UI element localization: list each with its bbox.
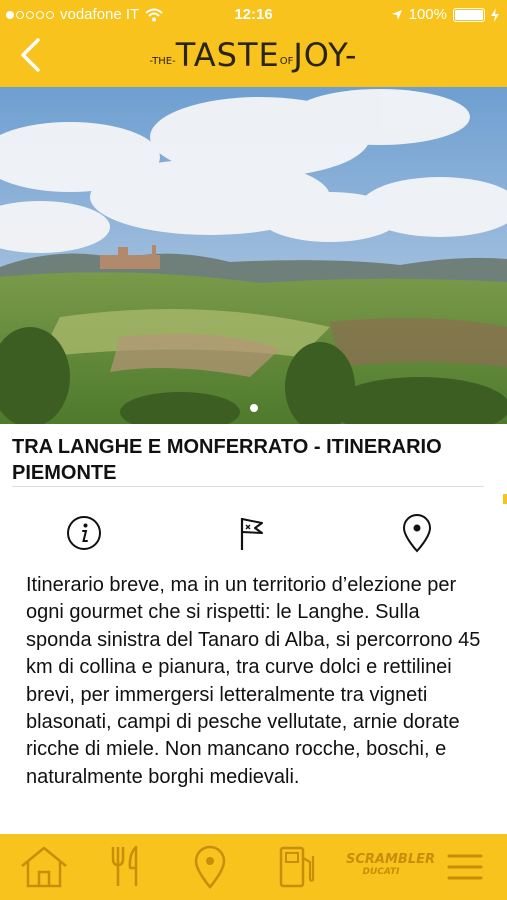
location-arrow-icon — [391, 9, 402, 20]
description-text: Itinerario breve, ma in un territorio d’… — [26, 574, 481, 788]
hero-image[interactable] — [0, 87, 507, 424]
page-title: TRA LANGHE E MONFERRATO - ITINERARIO PIE… — [12, 436, 442, 484]
home-icon[interactable] — [18, 844, 70, 890]
charging-icon — [491, 7, 499, 22]
battery-icon — [453, 7, 485, 22]
location-pin-icon[interactable] — [193, 844, 227, 890]
scroll-indicator — [503, 494, 507, 504]
divider — [12, 486, 484, 487]
battery-percent: 100% — [408, 6, 447, 23]
status-bar: vodafone IT 12:16 100% — [0, 0, 507, 30]
app-logo: -THE-TASTEOFJOY- — [149, 36, 358, 74]
bottom-tab-bar: SCRAMBLER DUCATI — [0, 834, 507, 900]
info-icon[interactable] — [62, 511, 106, 555]
carousel-indicator[interactable] — [250, 404, 258, 412]
action-row — [0, 505, 507, 561]
flag-route-icon[interactable] — [230, 511, 274, 555]
scrambler-logo[interactable]: SCRAMBLER DUCATI — [346, 853, 435, 878]
fork-knife-icon[interactable] — [108, 844, 144, 890]
fuel-pump-icon[interactable] — [276, 844, 318, 890]
location-pin-icon[interactable] — [395, 511, 439, 555]
status-right: 100% — [391, 6, 499, 23]
top-bar: vodafone IT 12:16 100% -THE-TASTEOFJOY- — [0, 0, 507, 87]
menu-icon[interactable] — [445, 844, 485, 890]
